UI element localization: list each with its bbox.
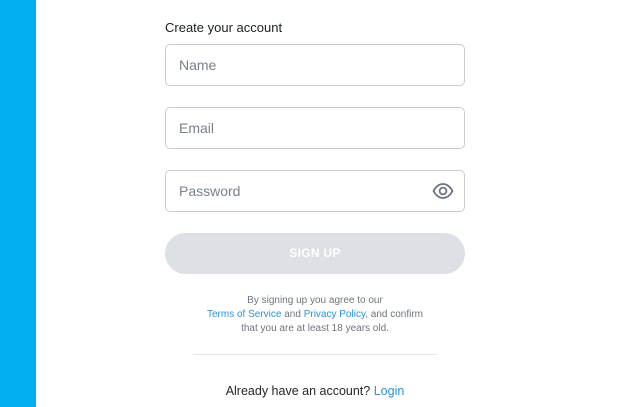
left-accent-bar [0,0,36,407]
login-prompt-text: Already have an account? [225,384,371,398]
name-field[interactable] [165,44,465,86]
email-field[interactable] [165,107,465,149]
signup-button[interactable]: SIGN UP [165,233,465,274]
email-input[interactable] [166,108,439,148]
eye-icon[interactable] [432,181,454,201]
privacy-policy-link[interactable]: Privacy Policy [304,309,366,320]
legal-and-text: and [284,309,301,320]
password-field[interactable] [165,170,465,212]
legal-suffix-1: , and confirm [365,309,424,320]
signup-page: Create your account SIGN UP By signing u… [0,0,640,407]
form-heading: Create your account [165,20,283,35]
password-input[interactable] [166,171,439,211]
name-input[interactable] [166,45,439,85]
legal-text: By signing up you agree to our Terms of … [165,294,465,336]
legal-line-1: By signing up you agree to our [247,295,383,306]
legal-line-2: Terms of Service and Privacy Policy, and… [165,308,465,322]
legal-line-3: that you are at least 18 years old. [241,323,389,334]
divider [193,354,437,355]
login-prompt: Already have an account? Login [165,383,465,399]
login-link[interactable]: Login [374,384,405,398]
terms-of-service-link[interactable]: Terms of Service [207,309,281,320]
